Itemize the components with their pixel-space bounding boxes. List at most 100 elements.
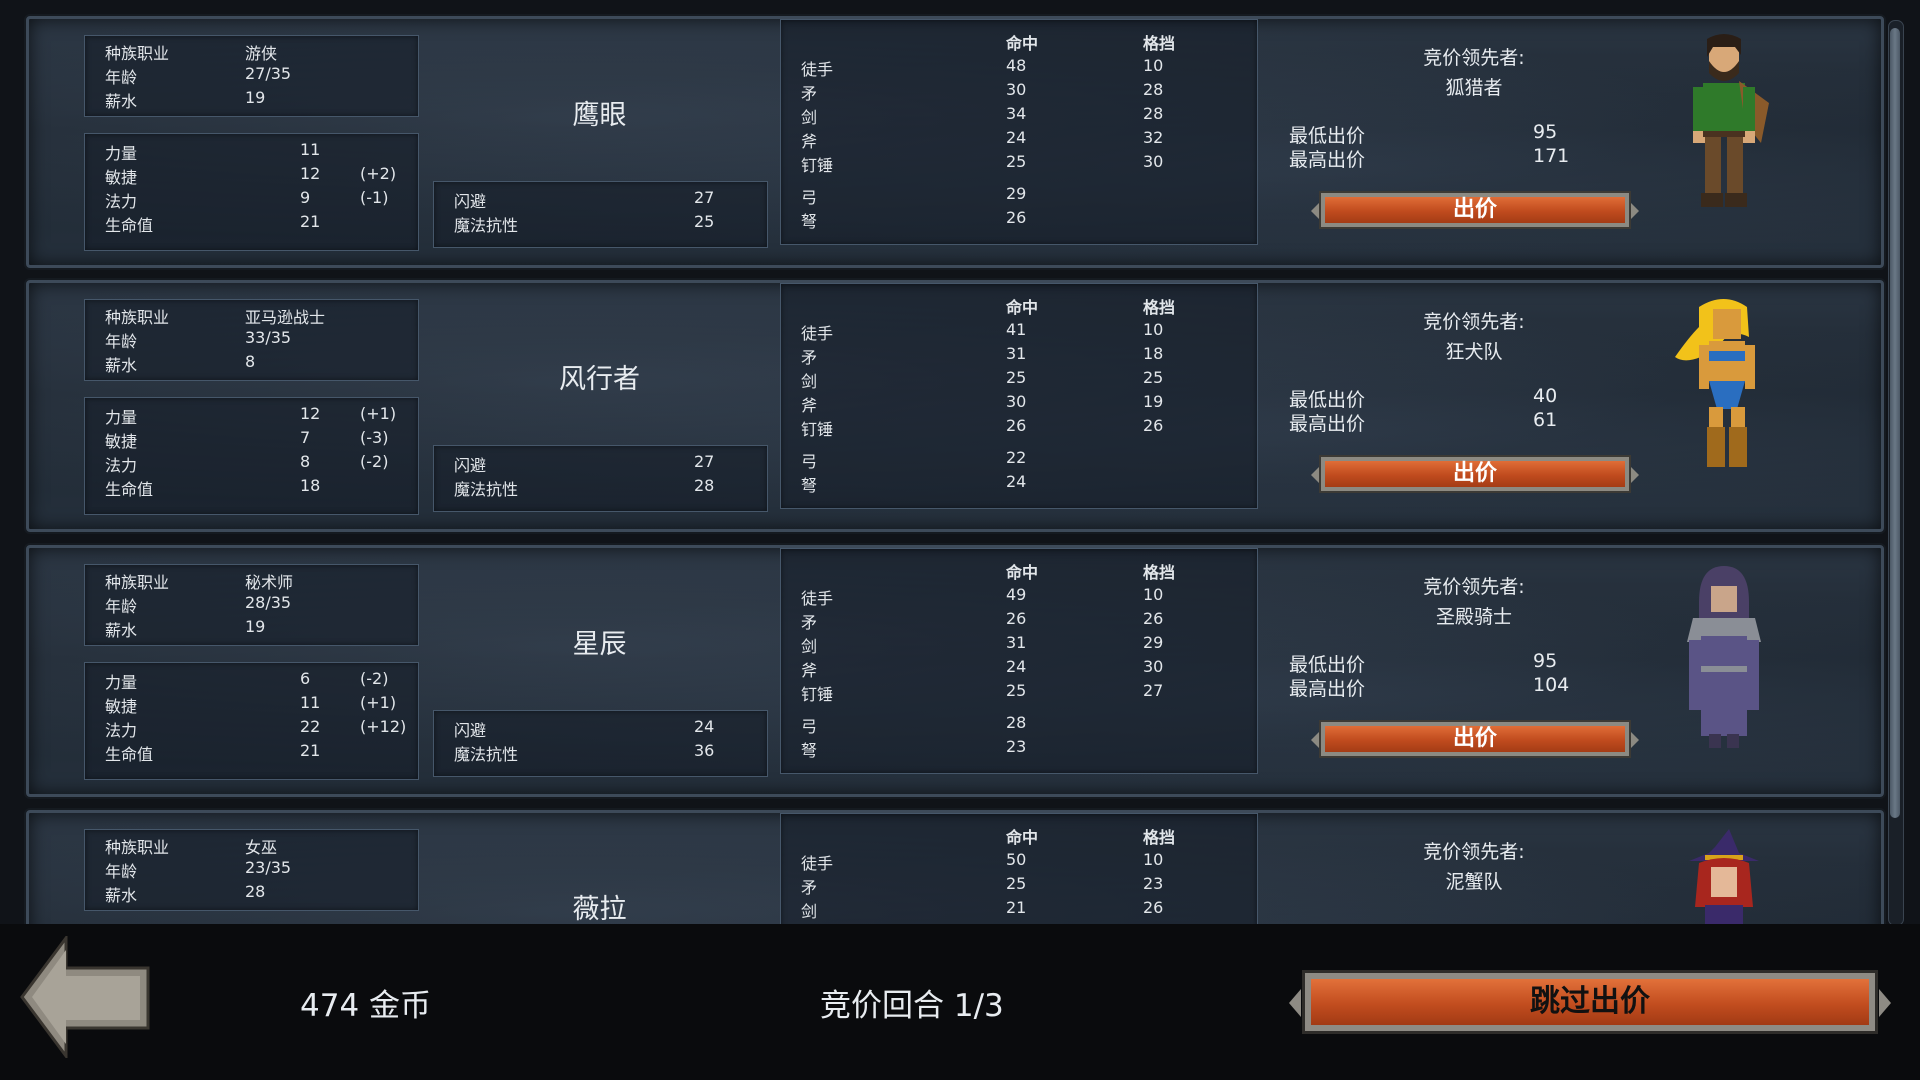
hero-age: 23/35 [245,858,292,877]
ranger-portrait [1693,34,1769,207]
witch-portrait [1689,829,1759,924]
hero-name: 鹰眼 [572,100,627,131]
hero-unarmed-hit: 50 [1006,850,1027,869]
hero-hp: 21 [300,741,321,760]
hero-magic: 9 [300,188,311,207]
label-hp: 生命值 [105,216,154,235]
label-agility: 敏捷 [105,432,138,451]
hero-card: 种族职业 秘术师 年龄 28/35 薪水 19 力量 6 (-2) 敏捷 11 (+1) 法力… [26,545,1884,797]
header-hit: 命中 [1006,563,1039,582]
hero-bow-hit: 29 [1006,184,1027,203]
hero-card: 种族职业 女巫 年龄 23/35 薪水 28 薇拉 命中 格挡 徒手 50 10 矛 25 2… [26,810,1884,924]
label-max-bid: 最高出价 [1289,149,1366,171]
hero-axe-block: 19 [1143,392,1164,411]
label-magic-resist: 魔法抗性 [454,216,519,235]
hero-mace-hit: 26 [1006,416,1027,435]
hero-crossbow-hit: 26 [1006,208,1027,227]
bid-leader-title: 竞价领先者: [1423,841,1525,863]
hero-strength-mod: (-2) [360,669,389,688]
label-salary: 薪水 [105,356,138,375]
hero-max-bid: 61 [1533,409,1558,431]
label-axe: 斧 [801,396,818,415]
hero-list-viewport[interactable]: 种族职业 游侠 年龄 27/35 薪水 19 力量 11 敏捷 12 (+2) 法力 9 (-1… [0,0,1920,924]
hero-race-class: 亚马逊战士 [245,308,326,327]
hero-sword-hit: 25 [1006,368,1027,387]
scrollbar-thumb[interactable] [1890,28,1900,818]
back-arrow-icon[interactable] [20,936,150,1058]
label-strength: 力量 [105,144,138,163]
hero-unarmed-hit: 41 [1006,320,1027,339]
hero-unarmed-block: 10 [1143,56,1164,75]
hero-axe-hit: 30 [1006,392,1027,411]
header-hit: 命中 [1006,828,1039,847]
label-hp: 生命值 [105,480,154,499]
hero-spear-block: 26 [1143,609,1164,628]
hero-spear-block: 28 [1143,80,1164,99]
hero-spear-hit: 25 [1006,874,1027,893]
label-hp: 生命值 [105,745,154,764]
hero-crossbow-hit: 24 [1006,472,1027,491]
bid-leader-title: 竞价领先者: [1423,47,1525,69]
mystic-portrait [1687,566,1761,748]
hero-sword-block: 26 [1143,898,1164,917]
hero-name: 薇拉 [572,894,627,924]
label-age: 年龄 [105,862,138,881]
hero-spear-hit: 30 [1006,80,1027,99]
hero-info-box: 种族职业 女巫 年龄 23/35 薪水 28 [84,829,419,911]
hero-strength-mod: (+1) [360,404,397,423]
hero-dodge: 27 [694,188,715,207]
label-race-class: 种族职业 [105,308,170,327]
hero-info-box: 种族职业 游侠 年龄 27/35 薪水 19 [84,35,419,117]
label-sword: 剑 [801,902,818,921]
hero-bow-hit: 28 [1006,713,1027,732]
hero-agility: 12 [300,164,321,183]
label-bow: 弓 [801,452,818,471]
bid-leader-title: 竞价领先者: [1423,311,1525,333]
label-race-class: 种族职业 [105,44,170,63]
hero-unarmed-hit: 48 [1006,56,1027,75]
bid-leader-name: 圣殿骑士 [1435,606,1512,628]
hero-defense-box: 闪避 27 魔法抗性 28 [433,445,768,512]
label-spear: 矛 [801,878,818,897]
label-sword: 剑 [801,108,818,127]
hero-race-class: 秘术师 [245,573,294,592]
hero-mace-block: 30 [1143,152,1164,171]
header-block: 格挡 [1143,563,1176,582]
bid-leader-title: 竞价领先者: [1423,576,1525,598]
bid-button[interactable]: 出价 [1311,455,1639,493]
hero-dodge: 27 [694,452,715,471]
hero-salary: 8 [245,352,256,371]
label-unarmed: 徒手 [801,60,834,79]
hero-weapons-box: 命中 格挡 徒手 50 10 矛 25 23 剑 21 26 [780,813,1258,924]
hero-name: 星辰 [572,629,627,660]
bid-leader-name: 狂犬队 [1445,341,1503,363]
hero-max-bid: 171 [1533,145,1570,167]
label-unarmed: 徒手 [801,854,834,873]
hero-dodge: 24 [694,717,715,736]
label-age: 年龄 [105,332,138,351]
header-hit: 命中 [1006,34,1039,53]
hero-sword-hit: 21 [1006,898,1027,917]
label-salary: 薪水 [105,92,138,111]
bid-round-indicator: 竞价回合 1/3 [820,988,1004,1024]
label-sword: 剑 [801,372,818,391]
hero-axe-hit: 24 [1006,657,1027,676]
label-race-class: 种族职业 [105,838,170,857]
label-salary: 薪水 [105,621,138,640]
label-min-bid: 最低出价 [1289,389,1366,411]
label-agility: 敏捷 [105,168,138,187]
label-salary: 薪水 [105,886,138,905]
bid-button[interactable]: 出价 [1311,191,1639,229]
hero-sword-hit: 34 [1006,104,1027,123]
label-min-bid: 最低出价 [1289,125,1366,147]
hero-attributes-box: 力量 12 (+1) 敏捷 7 (-3) 法力 8 (-2) 生命值 18 [84,397,419,515]
bid-button[interactable]: 出价 [1311,720,1639,758]
hero-mace-hit: 25 [1006,152,1027,171]
header-block: 格挡 [1143,34,1176,53]
hero-defense-box: 闪避 24 魔法抗性 36 [433,710,768,777]
hero-unarmed-block: 10 [1143,850,1164,869]
label-axe: 斧 [801,132,818,151]
hero-hp: 21 [300,212,321,231]
skip-bid-button[interactable]: 跳过出价 [1289,970,1891,1034]
hero-race-class: 游侠 [245,44,278,63]
